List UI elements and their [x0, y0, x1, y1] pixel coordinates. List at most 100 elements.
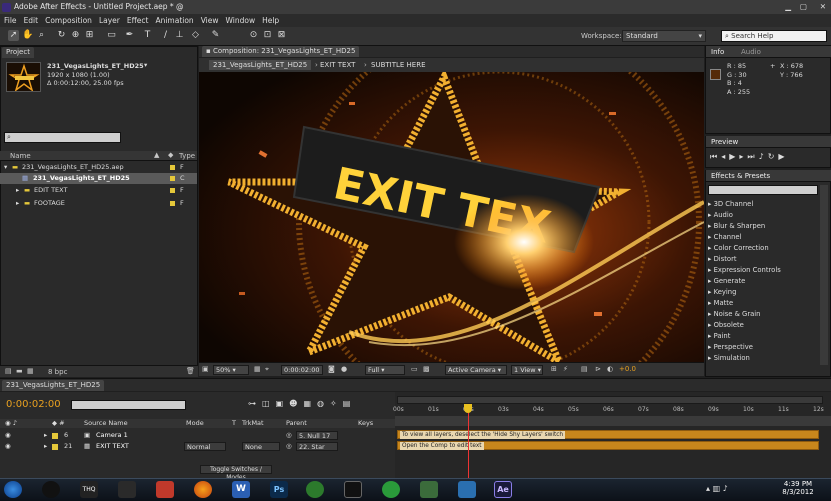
brainstorm-icon[interactable]: ✧ — [330, 399, 343, 408]
mask-visibility-icon[interactable]: ⌖ — [265, 365, 269, 374]
exposure-value[interactable]: +0.0 — [619, 365, 636, 373]
effect-category[interactable]: ▸ Color Correction — [708, 243, 818, 254]
views-select[interactable]: 1 View ▾ — [511, 365, 543, 375]
tab-project[interactable]: Project — [2, 47, 34, 58]
media-app-icon[interactable] — [42, 481, 60, 498]
playhead[interactable] — [468, 404, 469, 478]
effects-search-input[interactable] — [708, 185, 818, 195]
roto-brush-tool-icon[interactable]: ✎ — [210, 30, 221, 41]
col-mode[interactable]: Mode — [186, 419, 204, 428]
expand-triangle-icon[interactable]: ▾ — [4, 162, 7, 173]
app-icon[interactable] — [420, 481, 438, 498]
effects-scrollbar[interactable] — [820, 185, 828, 365]
menu-layer[interactable]: Layer — [95, 14, 123, 27]
effect-category[interactable]: ▸ Keying — [708, 287, 818, 298]
crumb-subtitle[interactable]: SUBTITLE HERE — [371, 61, 426, 69]
clock[interactable]: 4:39 PM 8/3/2012 — [776, 480, 820, 496]
clone-stamp-tool-icon[interactable]: ⊥ — [174, 30, 185, 41]
parent-pickwhip-icon[interactable]: ◎ — [286, 441, 292, 452]
tab-audio[interactable]: Audio — [741, 48, 761, 56]
eye-icon[interactable]: ◉ — [5, 430, 11, 441]
effect-category[interactable]: ▸ Perspective — [708, 342, 818, 353]
label-color-swatch[interactable] — [52, 444, 58, 450]
col-name[interactable]: Name — [10, 152, 31, 160]
workspace-select[interactable]: Standard ▾ — [622, 30, 706, 42]
motion-blur-icon[interactable]: ◍ — [317, 399, 330, 408]
utorrent-icon[interactable] — [306, 481, 324, 498]
comp-mini-flowchart-icon[interactable]: ⊶ — [248, 399, 262, 408]
magnification-select[interactable]: 50% ▾ — [213, 365, 249, 375]
app-icon[interactable] — [458, 481, 476, 498]
col-t[interactable]: T — [232, 419, 236, 428]
col-type[interactable]: Type — [179, 152, 195, 160]
new-folder-icon[interactable]: ▬ — [16, 367, 23, 375]
timeline-icon[interactable]: ▤ — [581, 365, 588, 373]
project-search-input[interactable]: ⌕ — [4, 132, 121, 143]
grid-icon[interactable]: ▦ — [254, 365, 261, 373]
command-prompt-icon[interactable] — [344, 481, 362, 498]
col-parent[interactable]: Parent — [286, 419, 307, 428]
volume-icon[interactable]: ♪ — [723, 484, 728, 493]
transparency-grid-icon[interactable]: ▩ — [423, 365, 430, 373]
draft-3d-icon[interactable]: ▣ — [276, 399, 290, 408]
frame-blending-icon[interactable]: ▦ — [303, 399, 317, 408]
label-column-icon[interactable]: ◆ — [168, 151, 173, 159]
camera-orbit-tool-icon[interactable]: ⊕ — [70, 30, 81, 41]
parent-select[interactable]: 5. Null 17 — [296, 431, 338, 440]
download-app-icon[interactable] — [382, 481, 400, 498]
effect-category[interactable]: ▸ Audio — [708, 210, 818, 221]
eye-icon[interactable]: ◉ — [5, 441, 11, 452]
game-app-icon[interactable] — [118, 481, 136, 498]
start-button-icon[interactable] — [4, 481, 22, 498]
list-item[interactable]: ▸ ▬ EDIT TEXT F — [0, 185, 197, 196]
list-item-selected[interactable]: ▦ 231_VegasLights_ET_HD25 C — [0, 173, 197, 184]
first-frame-icon[interactable]: ⏮ — [710, 152, 721, 161]
timeline-search-input[interactable] — [71, 400, 186, 410]
after-effects-taskbar-icon[interactable]: Ae — [494, 481, 512, 498]
resolution-select[interactable]: Full ▾ — [365, 365, 405, 375]
mode-select[interactable]: Normal — [184, 442, 226, 451]
effect-category[interactable]: ▸ Paint — [708, 331, 818, 342]
network-icon[interactable]: ▥ — [713, 484, 721, 493]
expand-triangle-icon[interactable]: ▸ — [44, 430, 47, 441]
pan-behind-tool-icon[interactable]: ⊞ — [84, 30, 95, 41]
rotate-tool-icon[interactable]: ↻ — [56, 30, 67, 41]
lock-icon[interactable]: ▪ — [206, 47, 213, 55]
search-help-input[interactable]: ⌕ Search Help — [721, 30, 827, 42]
flowchart-icon[interactable]: ⊳ — [595, 365, 601, 373]
effect-category[interactable]: ▸ Obsolete — [708, 320, 818, 331]
label-color-swatch[interactable] — [170, 165, 175, 170]
play-icon[interactable]: ▶ — [729, 152, 739, 161]
menu-view[interactable]: View — [197, 14, 222, 27]
live-update-icon[interactable]: ◫ — [262, 399, 276, 408]
pen-tool-icon[interactable]: ✒ — [124, 30, 135, 41]
label-color-swatch[interactable] — [170, 188, 175, 193]
parent-select[interactable]: 22. Star — [296, 442, 338, 451]
game-app-icon[interactable] — [156, 481, 174, 498]
expand-triangle-icon[interactable]: ▸ — [16, 198, 19, 209]
graph-editor-icon[interactable]: ▤ — [343, 399, 357, 408]
menu-help[interactable]: Help — [258, 14, 282, 27]
selection-tool-icon[interactable]: ➚ — [8, 30, 19, 41]
toggle-switches-modes-button[interactable]: Toggle Switches / Modes — [200, 465, 272, 481]
menu-composition[interactable]: Composition — [41, 14, 95, 27]
menu-animation[interactable]: Animation — [151, 14, 196, 27]
effect-category[interactable]: ▸ Generate — [708, 276, 818, 287]
label-color-swatch[interactable] — [170, 176, 175, 181]
col-trkmat[interactable]: TrkMat — [242, 419, 264, 428]
view-axis-mode-icon[interactable]: ⊠ — [276, 30, 287, 41]
composition-viewer[interactable]: EXIT TEX — [199, 72, 704, 362]
list-item[interactable]: ▸ ▬ FOOTAGE F — [0, 198, 197, 209]
effect-category[interactable]: ▸ Blur & Sharpen — [708, 221, 818, 232]
chevron-down-icon[interactable]: ▾ — [144, 61, 147, 69]
brush-tool-icon[interactable]: ∕ — [160, 30, 171, 41]
toggle-pixel-aspect-icon[interactable]: ⊞ — [551, 365, 557, 373]
expand-triangle-icon[interactable]: ▸ — [16, 185, 19, 196]
effect-category[interactable]: ▸ Expression Controls — [708, 265, 818, 276]
effect-category[interactable]: ▸ Simulation — [708, 353, 818, 364]
rectangle-tool-icon[interactable]: ▭ — [106, 30, 117, 41]
ram-preview-icon[interactable]: ▶ — [778, 152, 788, 161]
maximize-icon[interactable]: ▢ — [800, 0, 807, 14]
always-preview-icon[interactable]: ▣ — [202, 365, 209, 373]
word-icon[interactable]: W — [232, 481, 250, 498]
